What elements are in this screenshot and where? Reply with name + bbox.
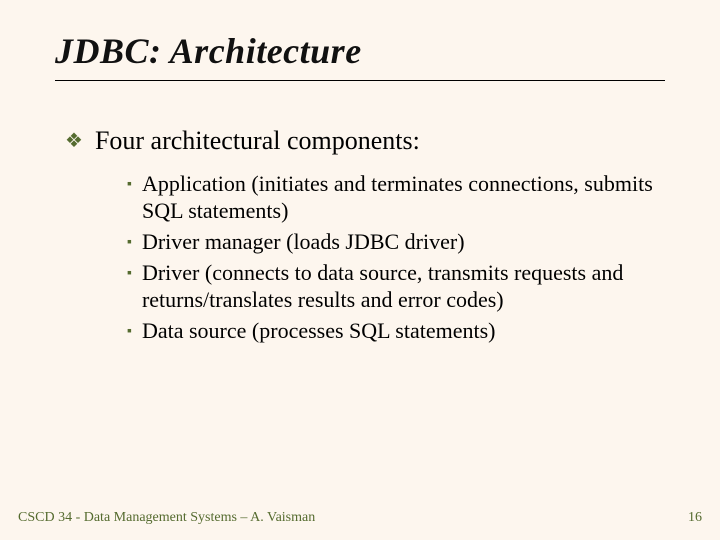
title-underline: [55, 80, 665, 81]
bullet-level2: ▪ Driver manager (loads JDBC driver): [127, 228, 665, 255]
bullet-level1-text: Four architectural components:: [95, 126, 420, 156]
diamond-icon: ❖: [65, 127, 83, 155]
square-icon: ▪: [127, 319, 132, 345]
slide: JDBC: Architecture ❖ Four architectural …: [0, 0, 720, 540]
page-number: 16: [688, 510, 702, 526]
footer: CSCD 34 - Data Management Systems – A. V…: [18, 510, 702, 526]
square-icon: ▪: [127, 261, 132, 287]
bullet-level2: ▪ Data source (processes SQL statements): [127, 317, 665, 344]
bullet-level2-text: Driver (connects to data source, transmi…: [142, 259, 665, 313]
bullet-level1: ❖ Four architectural components:: [65, 126, 665, 156]
bullet-level2: ▪ Application (initiates and terminates …: [127, 170, 665, 224]
square-icon: ▪: [127, 230, 132, 256]
bullet-level2: ▪ Driver (connects to data source, trans…: [127, 259, 665, 313]
slide-title: JDBC: Architecture: [55, 30, 665, 72]
bullet-level2-text: Application (initiates and terminates co…: [142, 170, 665, 224]
bullet-level2-text: Driver manager (loads JDBC driver): [142, 228, 465, 255]
bullet-level2-text: Data source (processes SQL statements): [142, 317, 496, 344]
footer-left: CSCD 34 - Data Management Systems – A. V…: [18, 510, 315, 526]
bullet-level2-list: ▪ Application (initiates and terminates …: [127, 170, 665, 344]
square-icon: ▪: [127, 172, 132, 198]
